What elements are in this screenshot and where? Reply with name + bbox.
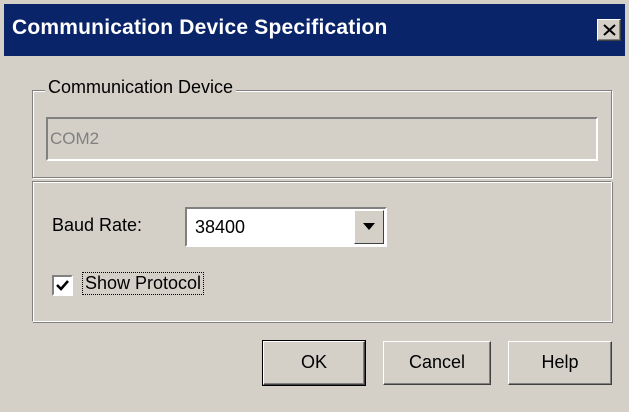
dialog-window: Communication Device Specification Commu… <box>0 0 629 412</box>
baud-rate-dropdown-button[interactable] <box>354 210 384 244</box>
communication-device-value: COM2 <box>50 129 100 148</box>
settings-panel <box>32 181 612 322</box>
cancel-button[interactable]: Cancel <box>383 341 491 385</box>
baud-rate-value: 38400 <box>195 217 246 237</box>
checkmark-icon <box>56 280 69 291</box>
close-button[interactable] <box>597 19 621 41</box>
show-protocol-checkbox[interactable] <box>52 275 73 296</box>
chevron-down-icon <box>363 223 375 230</box>
communication-device-field: COM2 <box>46 117 598 161</box>
show-protocol-label[interactable]: Show Protocol <box>81 272 205 295</box>
baud-rate-select[interactable]: 38400 <box>185 207 387 247</box>
close-icon <box>603 24 616 36</box>
help-button[interactable]: Help <box>508 341 612 385</box>
baud-rate-label: Baud Rate: <box>52 215 143 235</box>
ok-button[interactable]: OK <box>262 340 366 386</box>
title-bar: Communication Device Specification <box>4 4 625 56</box>
window-title: Communication Device Specification <box>12 16 388 39</box>
communication-device-legend: Communication Device <box>45 77 237 98</box>
